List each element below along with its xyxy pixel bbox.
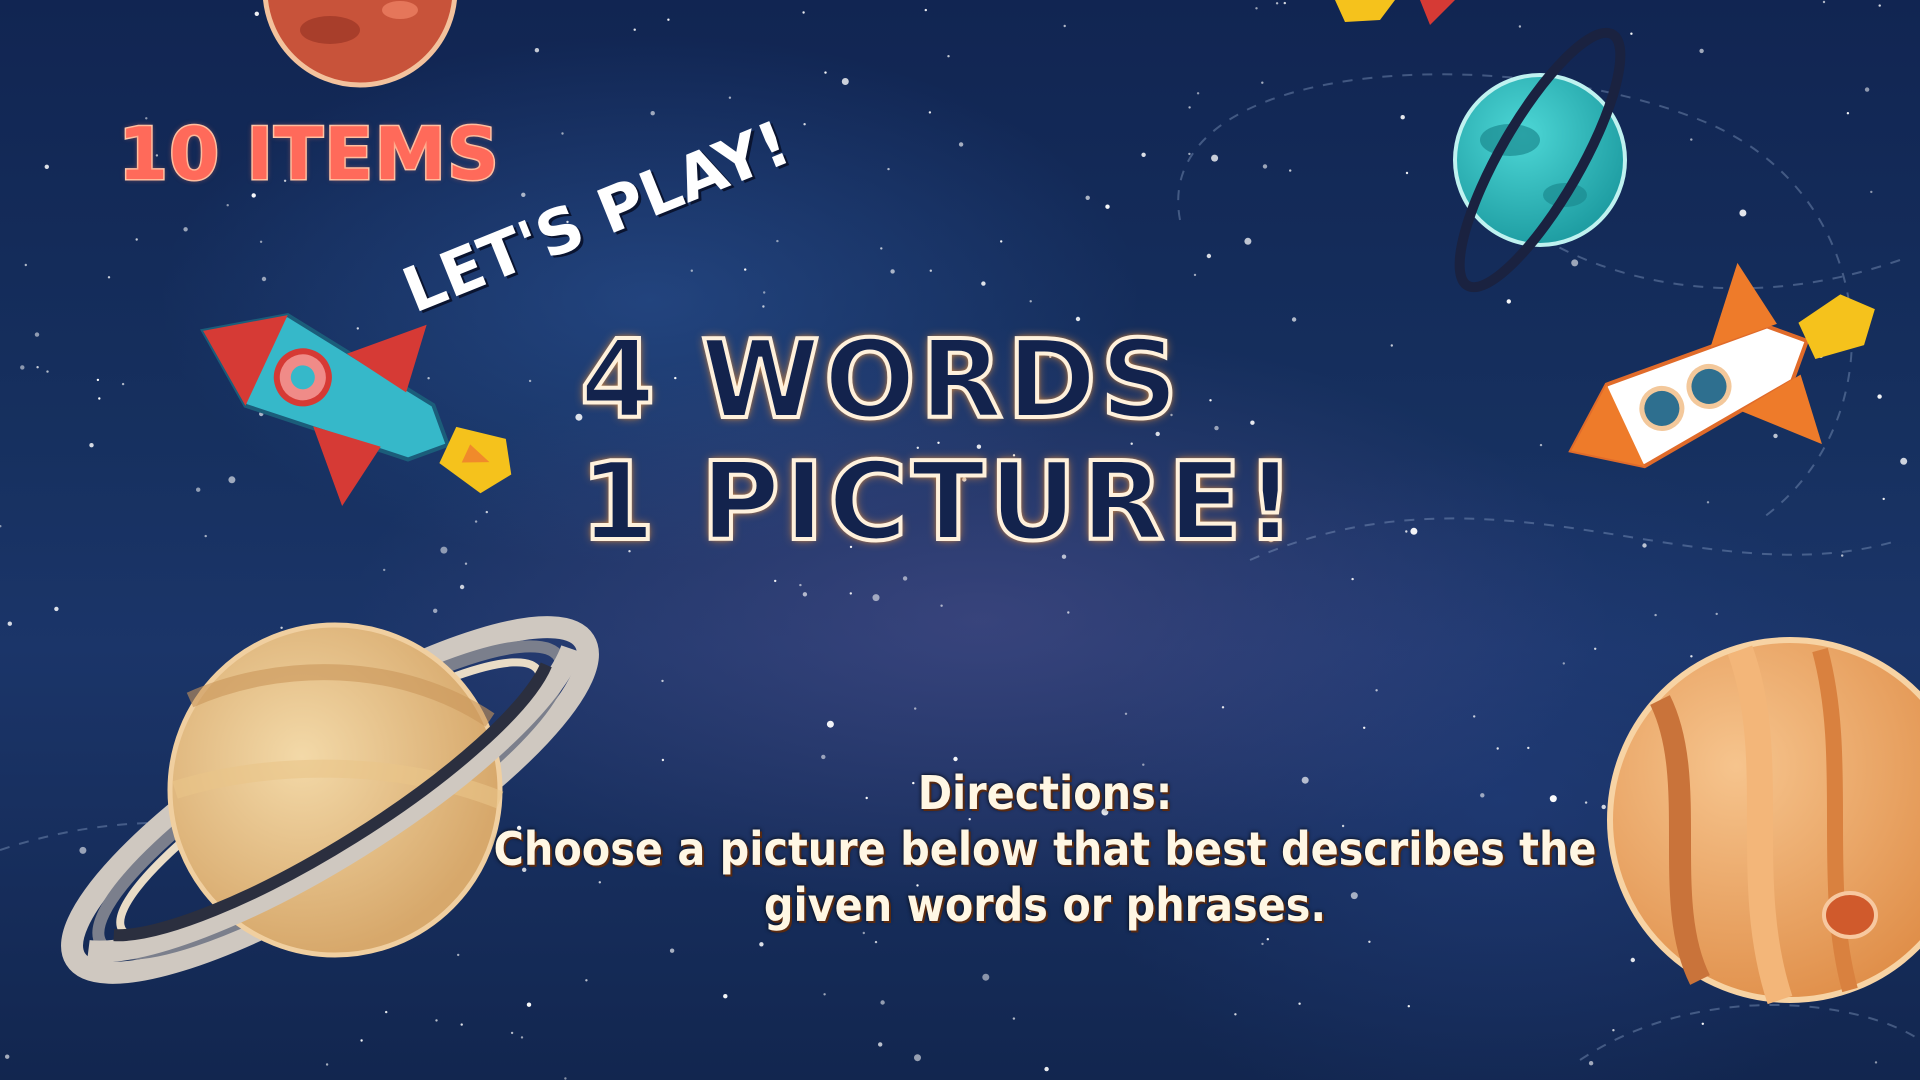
title-line-2: 1 PICTURE!: [578, 440, 1299, 566]
game-title: 4 WORDS 1 PICTURE!: [578, 318, 1299, 566]
title-line-1: 4 WORDS: [578, 318, 1183, 444]
directions-block: Directions: Choose a picture below that …: [470, 765, 1620, 933]
game-title-screen: 10 ITEMS LET'S PLAY! 4 WORDS 1 PICTURE! …: [0, 0, 1920, 1080]
directions-text: Choose a picture below that best describ…: [493, 822, 1597, 932]
item-count-badge: 10 ITEMS: [117, 112, 501, 196]
directions-heading: Directions:: [917, 766, 1173, 820]
